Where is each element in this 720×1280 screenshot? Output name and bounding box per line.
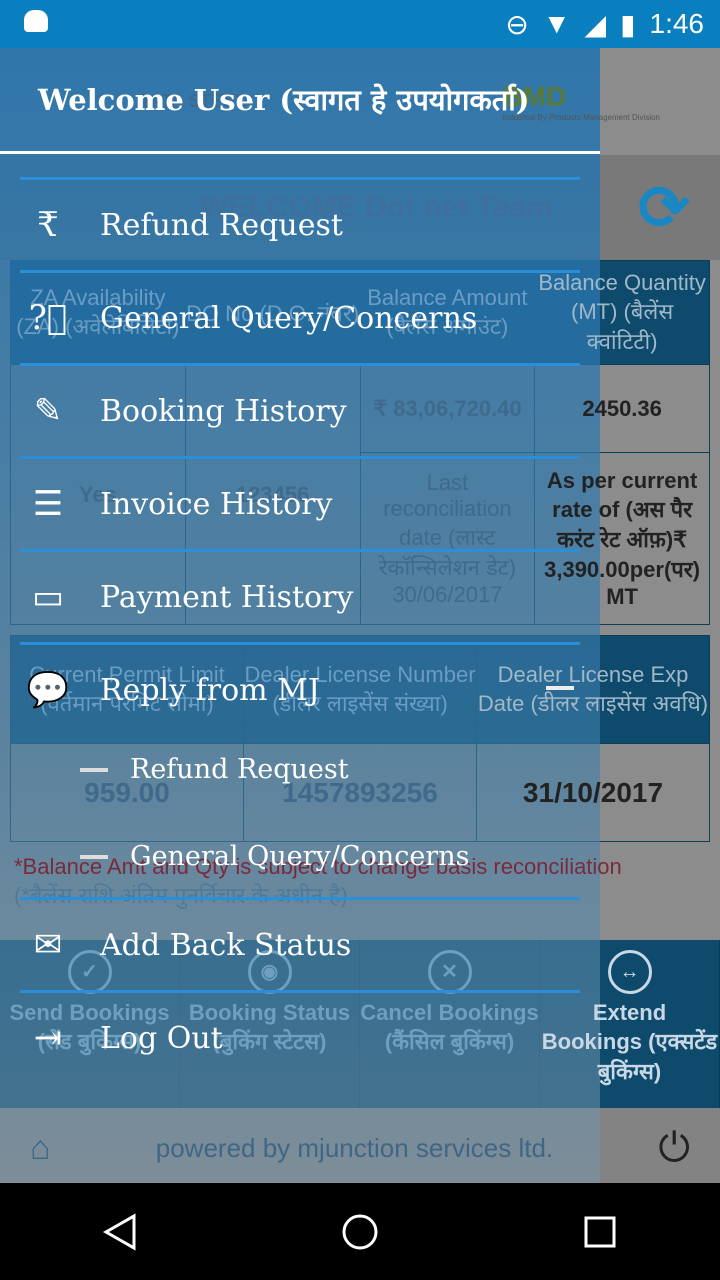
home-icon[interactable]: ⌂: [30, 1129, 51, 1168]
header-cell-text: ZA Availability (ZA) (अवेलेबिलिटी): [16, 284, 180, 339]
welcome-banner: WELCOME Dot net Team ⟳: [0, 155, 720, 260]
home-button-icon[interactable]: [340, 1212, 380, 1252]
tile-label: Booking Status (बुकिंग स्टेटस): [188, 1000, 351, 1054]
cell-text: ₹ 83,06,720.40: [373, 395, 522, 421]
power-icon[interactable]: ⏻: [658, 1126, 690, 1171]
cell: Last reconciliation date (लास्ट रेकॉन्सि…: [359, 452, 536, 625]
cell-text: 31/10/2017: [522, 776, 664, 808]
app-header: TATA STEEL BMD Industrial By-Products Man…: [0, 48, 720, 155]
tile-label: Cancel Bookings (कैंसिल बुकिंग्स): [360, 1000, 539, 1054]
cell-text: Yes: [78, 481, 117, 507]
welcome-text: WELCOME Dot net Team: [200, 190, 553, 224]
signal-icon: ◢: [584, 8, 607, 40]
header-cell-text: Dealer License Number (डीलर लाइसेंस संख्…: [244, 661, 476, 716]
cell: 959.00: [10, 743, 244, 842]
ibmd-logo: BMD Industrial By-Products Management Div…: [503, 81, 660, 122]
dnd-icon: ⊖: [505, 8, 529, 40]
refresh-icon[interactable]: ⟳: [638, 171, 690, 244]
status-bar: ⊖ ▼ ◢ ▮ 1:46: [0, 0, 720, 48]
note-line: (*बैलेंस राशि अंतिम पुनर्विचार के अधीन ह…: [14, 883, 348, 908]
footer: ⌂ powered by mjunction services ltd. ⏻: [0, 1108, 720, 1188]
header-cell-text: Dealer License Exp Date (डीलर लाइसेंस अव…: [477, 661, 709, 716]
wifi-icon: ▼: [542, 8, 571, 39]
footer-text: powered by mjunction services ltd.: [155, 1132, 554, 1163]
header-cell: Current Permit Limit (वर्तमान परमिट सीमा…: [10, 635, 244, 744]
header-cell: ZA Availability (ZA) (अवेलेबिलिटी): [10, 260, 186, 365]
ibmd-logo-subtitle: Industrial By-Products Management Divisi…: [502, 113, 660, 122]
cell: As per current rate of (अस पैर करंट रेट …: [534, 452, 710, 625]
send-icon: ✓: [67, 950, 112, 994]
header-cell: DO No (D.O. नंबर): [184, 260, 361, 365]
ibmd-logo-text: BMD: [502, 81, 567, 112]
cell-text: Last reconciliation date (लास्ट रेकॉन्सि…: [378, 469, 517, 607]
cell-text: 123456: [235, 481, 310, 507]
cell: 2450.36: [534, 364, 710, 453]
tile-label: Extend Bookings (एक्सटेंड बुकिंग्स): [541, 1000, 718, 1084]
cell-text: 1457893256: [282, 776, 438, 808]
header-cell-text: Balance Quantity (MT) (बैलेंस क्वांटिटी): [538, 269, 706, 354]
header-cell-text: Balance Amount (बैलेंस अमाउंट): [367, 284, 528, 339]
clock: 1:46: [649, 8, 705, 39]
cell: Yes: [10, 364, 186, 625]
system-nav-bar: [0, 1183, 720, 1280]
license-table: Current Permit Limit (वर्तमान परमिट सीमा…: [10, 635, 710, 842]
header-cell: Balance Quantity (MT) (बैलेंस क्वांटिटी): [534, 260, 710, 365]
cancel-bookings-tile[interactable]: ✕ Cancel Bookings (कैंसिल बुकिंग्स): [360, 940, 540, 1108]
booking-status-tile[interactable]: ◉ Booking Status (बुकिंग स्टेटस): [180, 940, 360, 1108]
tata-steel-logo: TATA STEEL: [140, 91, 247, 111]
tile-label: Send Bookings (सेंड बुकिंग्स): [9, 1000, 170, 1054]
cell-text: 2450.36: [582, 395, 662, 421]
balance-note: *Balance Amt and Qty is subject to chang…: [0, 842, 720, 932]
cell: 31/10/2017: [476, 743, 710, 842]
cell: ₹ 83,06,720.40: [359, 364, 536, 453]
android-icon: [24, 10, 48, 32]
cell: 1457893256: [243, 743, 477, 842]
extend-icon: ↔: [607, 950, 652, 994]
status-icon: ◉: [247, 950, 292, 994]
dashboard-background: TATA STEEL BMD Industrial By-Products Man…: [0, 48, 720, 1188]
header-cell-text: DO No (D.O. नंबर): [186, 300, 360, 326]
header-cell-text: Current Permit Limit (वर्तमान परमिट सीमा…: [29, 661, 225, 716]
note-line: *Balance Amt and Qty is subject to chang…: [14, 854, 622, 879]
send-bookings-tile[interactable]: ✓ Send Bookings (सेंड बुकिंग्स): [0, 940, 180, 1108]
cell: 123456: [184, 364, 361, 625]
cell-text: As per current rate of (अस पैर करंट रेट …: [544, 467, 701, 609]
cancel-icon: ✕: [427, 950, 472, 994]
balance-table: ZA Availability (ZA) (अवेलेबिलिटी) DO No…: [10, 260, 710, 625]
recents-icon[interactable]: [580, 1212, 620, 1252]
cell-text: 959.00: [84, 776, 170, 808]
back-icon[interactable]: [100, 1212, 140, 1252]
header-cell: Dealer License Number (डीलर लाइसेंस संख्…: [243, 635, 477, 744]
action-tiles: ✓ Send Bookings (सेंड बुकिंग्स) ◉ Booking …: [0, 940, 720, 1108]
header-cell: Balance Amount (बैलेंस अमाउंट): [359, 260, 536, 365]
header-cell: Dealer License Exp Date (डीलर लाइसेंस अव…: [476, 635, 710, 744]
extend-bookings-tile[interactable]: ↔ Extend Bookings (एक्सटेंड बुकिंग्स): [540, 940, 720, 1108]
battery-icon: ▮: [620, 8, 636, 40]
